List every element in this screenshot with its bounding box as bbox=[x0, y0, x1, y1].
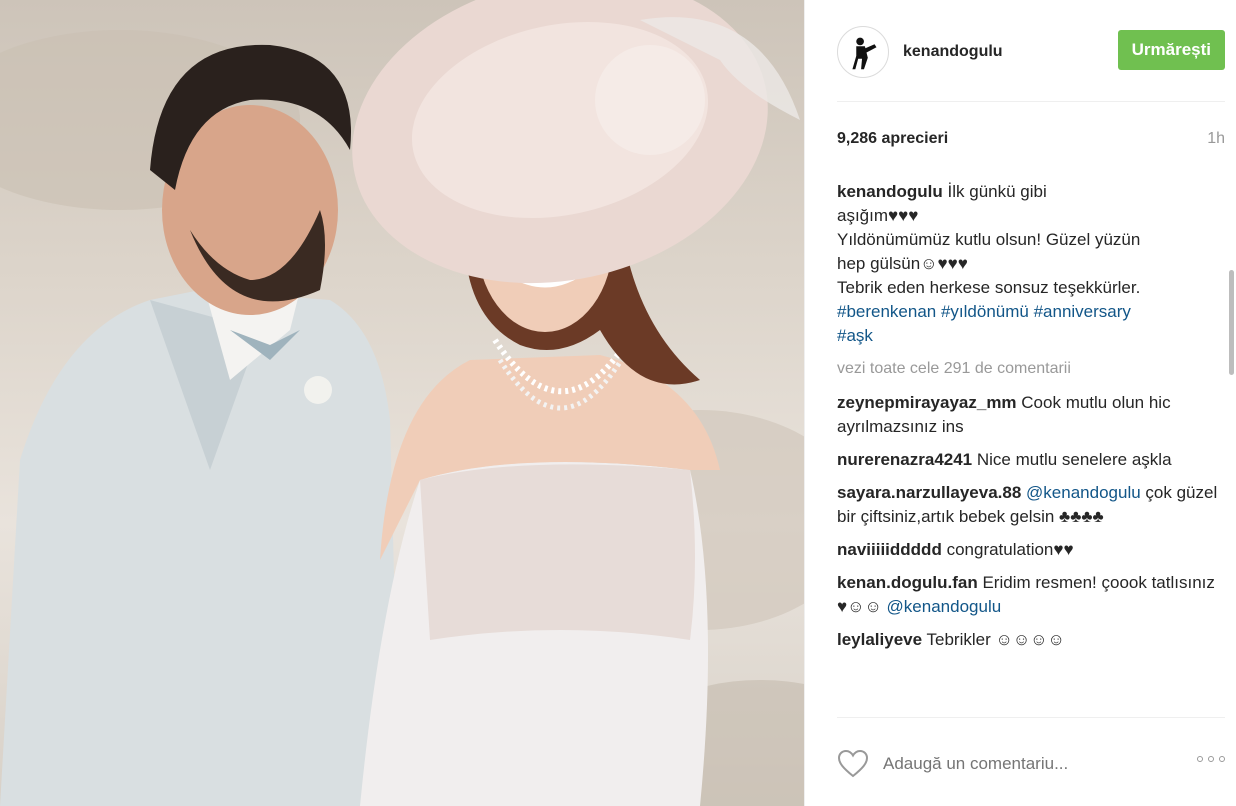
comment-text: Tebrikler ☺☺☺☺ bbox=[926, 630, 1065, 649]
caption: kenandogulu İlk günkü gibi aşığım♥♥♥ Yıl… bbox=[837, 180, 1225, 348]
comment-mention[interactable]: @kenandogulu bbox=[1026, 483, 1141, 502]
comment-text: Nice mutlu senelere aşkla bbox=[976, 450, 1172, 469]
caption-line: İlk günkü gibi bbox=[947, 182, 1047, 201]
comment-bar bbox=[837, 744, 1225, 784]
instagram-post: kenandogulu Urmărești 9,286 aprecieri 1h… bbox=[0, 0, 1236, 806]
comments-scrollbar[interactable] bbox=[1229, 270, 1234, 375]
comment-text: congratulation♥♥ bbox=[946, 540, 1074, 559]
caption-hashtags[interactable]: #aşk bbox=[837, 324, 1225, 348]
more-options-icon[interactable] bbox=[1197, 756, 1225, 762]
caption-line: hep gülsün☺♥♥♥ bbox=[837, 254, 968, 273]
caption-hashtags[interactable]: #berenkenan #yıldönümü #anniversary bbox=[837, 300, 1225, 324]
comment-mention[interactable]: @kenandogulu bbox=[887, 597, 1002, 616]
comment-username[interactable]: naviiiiiddddd bbox=[837, 540, 942, 559]
likes-row: 9,286 aprecieri 1h bbox=[837, 130, 1225, 148]
comment-username[interactable]: zeynepmirayayaz_mm bbox=[837, 393, 1017, 412]
dot bbox=[1208, 756, 1214, 762]
post-sidebar: kenandogulu Urmărești 9,286 aprecieri 1h… bbox=[804, 0, 1236, 806]
post-username[interactable]: kenandogulu bbox=[903, 43, 1003, 61]
post-time[interactable]: 1h bbox=[1207, 130, 1225, 148]
comment-username[interactable]: leylaliyeve bbox=[837, 630, 922, 649]
comment-username[interactable]: nurerenazra4241 bbox=[837, 450, 972, 469]
add-comment-input[interactable] bbox=[883, 754, 1173, 774]
dot bbox=[1197, 756, 1203, 762]
comment-username[interactable]: kenan.dogulu.fan bbox=[837, 573, 978, 592]
dot bbox=[1219, 756, 1225, 762]
following-button[interactable]: Urmărești bbox=[1117, 30, 1225, 70]
comment-item: sayara.narzullayeva.88 @kenandogulu çok … bbox=[837, 481, 1225, 529]
caption-line: aşığım♥♥♥ bbox=[837, 206, 919, 225]
comment-item: leylaliyeve Tebrikler ☺☺☺☺ bbox=[837, 628, 1225, 652]
post-photo[interactable] bbox=[0, 0, 804, 806]
comment-item: kenan.dogulu.fan Eridim resmen! çoook ta… bbox=[837, 571, 1225, 619]
avatar-icon[interactable] bbox=[837, 26, 889, 78]
wedding-photo-illustration bbox=[0, 0, 804, 806]
comment-item: naviiiiiddddd congratulation♥♥ bbox=[837, 538, 1225, 562]
post-header: kenandogulu Urmărești bbox=[837, 24, 1225, 80]
likes-count[interactable]: 9,286 aprecieri bbox=[837, 130, 948, 148]
comments-list[interactable]: kenandogulu İlk günkü gibi aşığım♥♥♥ Yıl… bbox=[837, 180, 1225, 716]
view-all-comments-link[interactable]: vezi toate cele 291 de comentarii bbox=[837, 357, 1225, 381]
comments-divider bbox=[837, 717, 1225, 718]
comment-username[interactable]: sayara.narzullayeva.88 bbox=[837, 483, 1021, 502]
header-divider bbox=[837, 101, 1225, 102]
caption-line: Tebrik eden herkese sonsuz teşekkürler. bbox=[837, 278, 1141, 297]
comment-item: nurerenazra4241 Nice mutlu senelere aşkl… bbox=[837, 448, 1225, 472]
comment-item: zeynepmirayayaz_mm Cook mutlu olun hic a… bbox=[837, 391, 1225, 439]
caption-username[interactable]: kenandogulu bbox=[837, 182, 943, 201]
heart-icon[interactable] bbox=[837, 749, 869, 779]
caption-line: Yıldönümümüz kutlu olsun! Güzel yüzün bbox=[837, 230, 1141, 249]
